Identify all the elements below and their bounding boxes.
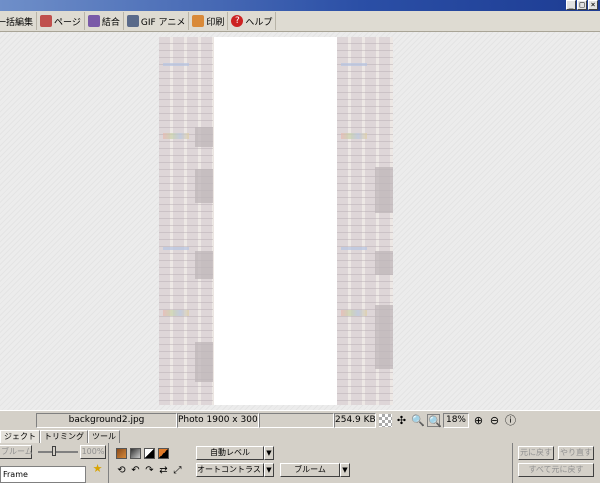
- negative-icon[interactable]: [158, 448, 169, 459]
- contrast-icon[interactable]: [144, 448, 155, 459]
- strength-slider[interactable]: [38, 451, 78, 453]
- tab-tools[interactable]: ツール: [88, 430, 120, 443]
- combine-icon: [87, 15, 100, 27]
- tab-object[interactable]: ジェクト: [0, 430, 40, 443]
- maximize-button[interactable]: □: [577, 0, 587, 10]
- grayscale-icon[interactable]: [130, 448, 141, 459]
- preview-color-band: [341, 63, 367, 66]
- preview-block: [375, 251, 393, 275]
- info-icon[interactable]: ⓘ: [504, 414, 517, 427]
- layer-select-value: Frame: [3, 470, 28, 479]
- auto-level-button[interactable]: 自動レベル: [196, 446, 264, 460]
- preview-color-band: [341, 247, 367, 250]
- resize-icon[interactable]: ⤢: [172, 465, 183, 476]
- undo-button[interactable]: 元に戻す: [518, 446, 554, 460]
- preview-block: [195, 342, 213, 382]
- status-image-info: Photo 1900 x 3000: [177, 412, 259, 428]
- auto-contrast-dropdown[interactable]: ▼: [264, 463, 274, 477]
- toolbar-batch-edit-label: 一括編集: [0, 17, 34, 28]
- preview-color-band: [163, 63, 189, 66]
- toolbar-page-label: ページ: [54, 17, 81, 28]
- image-preview: [159, 37, 393, 405]
- toolbar-page-button[interactable]: ページ: [37, 12, 85, 30]
- flip-icon[interactable]: ⇄: [158, 465, 169, 476]
- status-filesize: 254.9 KB: [334, 412, 376, 428]
- rotate-icon[interactable]: ⟲: [116, 465, 127, 476]
- preview-color-band: [163, 310, 189, 316]
- main-toolbar: 一括編集 ページ 結合 GIF アニメ 印刷 ? ヘルプ: [0, 11, 600, 32]
- gif-anime-icon: [126, 15, 139, 27]
- preview-white-area: [214, 37, 337, 405]
- close-button[interactable]: ×: [588, 0, 598, 10]
- bloom-left-button[interactable]: ブルーム: [0, 445, 33, 459]
- toolbar-combine-label: 結合: [101, 17, 120, 28]
- image-canvas[interactable]: [0, 32, 600, 410]
- preview-block: [375, 305, 393, 369]
- status-spacer: [259, 412, 334, 428]
- layer-select[interactable]: Frame: [0, 466, 86, 483]
- toolbar-gif-anime-label: GIF アニメ: [140, 17, 186, 28]
- redo-button[interactable]: やり直す: [558, 446, 594, 460]
- panel-separator: [108, 443, 109, 483]
- percent-field[interactable]: 100%: [80, 445, 106, 459]
- zoom-level: 18%: [443, 412, 469, 428]
- panel-separator-right: [512, 443, 513, 483]
- toolbar-batch-edit-button[interactable]: 一括編集: [0, 12, 38, 30]
- status-filename: background2.jpg: [36, 412, 177, 428]
- print-icon: [192, 15, 205, 27]
- toolbar-combine-button[interactable]: 結合: [85, 12, 124, 30]
- preview-block: [195, 169, 213, 203]
- status-bar: background2.jpg Photo 1900 x 3000 254.9 …: [0, 410, 600, 429]
- undo-all-button[interactable]: すべて元に戻す: [518, 463, 594, 477]
- status-empty-cell: [0, 413, 36, 428]
- zoom-fit-icon[interactable]: 🔍: [411, 414, 425, 427]
- window-controls: _ □ ×: [566, 0, 598, 10]
- star-icon[interactable]: ★: [92, 463, 103, 474]
- minimize-button[interactable]: _: [566, 0, 576, 10]
- edit-panel: ジェクト トリミング ツール ブルーム 100% Frame ★ ⟲ ↶ ↷ ⇄…: [0, 429, 600, 483]
- bloom-button[interactable]: ブルーム: [280, 463, 340, 477]
- toolbar-print-label: 印刷: [206, 17, 225, 28]
- fit-window-icon[interactable]: ✣: [395, 414, 408, 427]
- preview-color-band: [341, 310, 367, 316]
- toolbar-gif-anime-button[interactable]: GIF アニメ: [124, 12, 190, 30]
- zoom-actual-icon[interactable]: 🔍: [427, 413, 442, 428]
- rotate-left-icon[interactable]: ↶: [130, 465, 141, 476]
- preview-color-band: [163, 133, 189, 139]
- preview-block: [195, 127, 213, 147]
- tab-trimming[interactable]: トリミング: [40, 430, 88, 443]
- zoom-out-icon[interactable]: ⊖: [488, 414, 501, 427]
- auto-level-dropdown[interactable]: ▼: [264, 446, 274, 460]
- toolbar-help-button[interactable]: ? ヘルプ: [228, 12, 277, 30]
- page-icon: [40, 15, 53, 27]
- help-icon: ?: [231, 15, 244, 27]
- rotate-right-icon[interactable]: ↷: [144, 465, 155, 476]
- auto-contrast-button[interactable]: オートコントラスト: [196, 463, 269, 477]
- transparency-grid-icon[interactable]: [379, 413, 392, 427]
- title-bar: _ □ ×: [0, 0, 600, 11]
- preview-block: [195, 251, 213, 279]
- sepia-icon[interactable]: [116, 448, 127, 459]
- zoom-in-icon[interactable]: ⊕: [472, 414, 485, 427]
- preview-block: [375, 167, 393, 213]
- panel-tabs: ジェクト トリミング ツール: [0, 430, 120, 443]
- toolbar-print-button[interactable]: 印刷: [189, 12, 229, 30]
- strength-slider-thumb[interactable]: [52, 446, 56, 456]
- toolbar-help-label: ヘルプ: [245, 17, 273, 28]
- bloom-dropdown[interactable]: ▼: [340, 463, 350, 477]
- preview-color-band: [163, 247, 189, 250]
- preview-color-band: [341, 133, 367, 139]
